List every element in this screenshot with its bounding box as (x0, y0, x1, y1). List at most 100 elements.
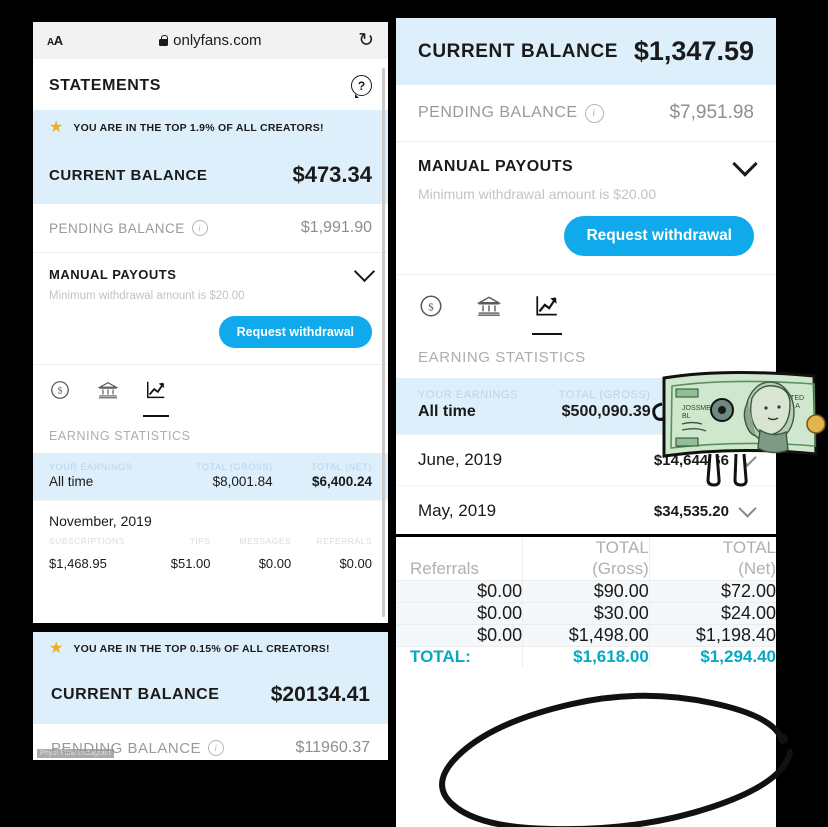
question-mark-icon[interactable]: ? (351, 75, 372, 98)
page-title: STATEMENTS (49, 76, 162, 94)
total-net: $1,294.40 (649, 645, 776, 667)
earnings-header-total-net: TOTAL (NET) (311, 462, 373, 472)
column-header-total-gross-line2: (Gross) (592, 559, 649, 579)
minimum-withdrawal-note: Minimum withdrawal amount is $20.00 (49, 290, 245, 302)
request-withdrawal-button[interactable]: Request withdrawal (564, 216, 754, 256)
cell-referrals: $0.00 (396, 623, 524, 646)
text-size-button[interactable]: AAAA (47, 33, 63, 48)
column-header-total-net-line1: TOTAL (722, 538, 776, 557)
cell-referrals: $0.00 (396, 579, 524, 602)
vertical-scrollbar[interactable] (382, 68, 385, 617)
manual-payouts-title: MANUAL PAYOUTS (418, 158, 574, 175)
column-header-referrals: Referrals (396, 537, 524, 580)
total-gross: $1,618.00 (522, 645, 650, 667)
table-row: $0.00 $30.00 $24.00 (396, 601, 776, 624)
table-row: $0.00 $1,498.00 $1,198.40 (396, 623, 776, 646)
svg-text:BL: BL (682, 413, 691, 420)
url-text: onlyfans.com (173, 32, 262, 49)
chevron-down-icon[interactable] (732, 151, 758, 177)
earnings-header-your-earnings: YOUR EARNINGS (49, 462, 133, 472)
panel-bottom-right: Referrals TOTAL (Gross) TOTAL (Net) $0.0… (396, 537, 776, 827)
month-header-messages: MESSAGES (239, 536, 292, 546)
pending-balance-value: $11960.37 (295, 739, 370, 756)
month-total: $34,535.20 (653, 502, 729, 520)
all-time-gross: $8,001.84 (212, 474, 273, 489)
manual-payouts-title: MANUAL PAYOUTS (49, 267, 177, 282)
earning-statistics-title: EARNING STATISTICS (33, 411, 388, 453)
month-value-referrals: $0.00 (339, 556, 372, 571)
panel-top-left: AAAA onlyfans.com ↻ STATEMENTS ? ★ YOU A… (33, 22, 388, 623)
tab-payouts[interactable] (97, 379, 119, 411)
current-balance-value: $473.34 (292, 162, 372, 187)
cell-referrals: $0.00 (396, 601, 524, 624)
table-header-row: Referrals TOTAL (Gross) TOTAL (Net) (396, 537, 776, 580)
tab-earnings[interactable]: $ (418, 293, 444, 329)
earnings-header-your-earnings: YOUR EARNINGS (418, 389, 519, 401)
star-icon: ★ (49, 640, 64, 657)
tab-payouts[interactable] (476, 293, 502, 329)
earnings-summary-table: Referrals TOTAL (Gross) TOTAL (Net) $0.0… (396, 537, 776, 667)
lock-icon (159, 35, 169, 46)
column-header-total-net: TOTAL (Net) (649, 537, 776, 580)
month-value-messages: $0.00 (258, 556, 292, 571)
pending-balance-label: PENDING BALANCE i (49, 220, 208, 236)
cell-net: $72.00 (649, 579, 776, 602)
top-creators-banner: ★ YOU ARE IN THE TOP 1.9% OF ALL CREATOR… (33, 110, 388, 146)
info-icon[interactable]: i (584, 103, 604, 123)
cell-gross: $1,498.00 (522, 623, 650, 646)
tab-earnings[interactable]: $ (49, 379, 71, 411)
tab-statistics[interactable] (532, 293, 562, 335)
column-header-total-net-line2: (Net) (738, 559, 776, 579)
svg-text:$: $ (428, 301, 434, 313)
pending-balance-label-text: PENDING BALANCE (49, 220, 185, 236)
cell-gross: $30.00 (522, 601, 650, 624)
pending-balance-label-text: PENDING BALANCE (418, 104, 578, 121)
pending-balance-value: $7,951.98 (669, 102, 754, 123)
month-header-subscriptions: SUBSCRIPTIONS (49, 536, 125, 546)
statement-tabs: $ (33, 364, 388, 417)
month-header-referrals: REFERRALS (316, 536, 372, 546)
top-creators-banner: ★ YOU ARE IN THE TOP 0.15% OF ALL CREATO… (33, 632, 388, 666)
top-creators-banner-text: YOU ARE IN THE TOP 0.15% OF ALL CREATORS… (73, 643, 330, 655)
info-icon[interactable]: i (208, 740, 225, 756)
tab-statistics[interactable] (143, 379, 169, 417)
column-header-total-gross: TOTAL (Gross) (522, 537, 650, 580)
address-bar-url[interactable]: onlyfans.com (159, 32, 262, 49)
current-balance-value: $1,347.59 (633, 36, 754, 66)
pending-balance-value: $1,991.90 (300, 219, 372, 236)
month-block-november[interactable]: November, 2019 SUBSCRIPTIONS TIPS MESSAG… (33, 500, 388, 581)
earnings-header-total-gross: TOTAL (GROSS) (558, 389, 651, 401)
dollar-circle-icon: $ (51, 381, 69, 399)
current-balance-label: CURRENT BALANCE (51, 686, 220, 703)
earnings-header-total-gross: TOTAL (GROSS) (195, 462, 273, 472)
current-balance-row: CURRENT BALANCE $473.34 (33, 146, 388, 204)
month-name: May, 2019 (418, 501, 497, 520)
chevron-down-icon[interactable] (353, 260, 376, 283)
all-time-earnings-row: YOUR EARNINGS TOTAL (GROSS) TOTAL (NET) … (33, 453, 388, 500)
star-icon: ★ (49, 119, 64, 136)
column-header-total-gross-line1: TOTAL (595, 538, 649, 557)
reload-icon[interactable]: ↻ (358, 31, 374, 50)
all-time-label: All time (49, 474, 94, 489)
request-withdrawal-button[interactable]: Request withdrawal (218, 316, 372, 348)
table-row: $0.00 $90.00 $72.00 (396, 579, 776, 602)
manual-payouts-section: MANUAL PAYOUTS Minimum withdrawal amount… (396, 142, 776, 274)
cell-gross: $90.00 (522, 579, 650, 602)
chevron-down-icon[interactable] (738, 499, 757, 518)
current-balance-row: CURRENT BALANCE $20134.41 (33, 666, 388, 724)
manual-payouts-header[interactable]: MANUAL PAYOUTS (49, 260, 376, 283)
current-balance-label: CURRENT BALANCE (49, 166, 208, 184)
minimum-withdrawal-note: Minimum withdrawal amount is $20.00 (418, 186, 657, 202)
total-label: TOTAL: (396, 645, 524, 667)
chart-trending-up-icon (536, 296, 557, 316)
info-icon[interactable]: i (191, 220, 208, 236)
month-block-may[interactable]: May, 2019 $34,535.20 (396, 485, 776, 534)
manual-payouts-header[interactable]: MANUAL PAYOUTS (418, 151, 758, 177)
top-creators-banner-text: YOU ARE IN THE TOP 1.9% OF ALL CREATORS! (73, 122, 324, 134)
all-time-net: $6,400.24 (311, 474, 373, 489)
dollar-circle-icon: $ (420, 295, 442, 317)
manual-payouts-section: MANUAL PAYOUTS Minimum withdrawal amount… (33, 253, 388, 364)
all-time-label: All time (418, 403, 476, 420)
svg-text:$: $ (58, 386, 63, 396)
chart-trending-up-icon (147, 381, 165, 399)
